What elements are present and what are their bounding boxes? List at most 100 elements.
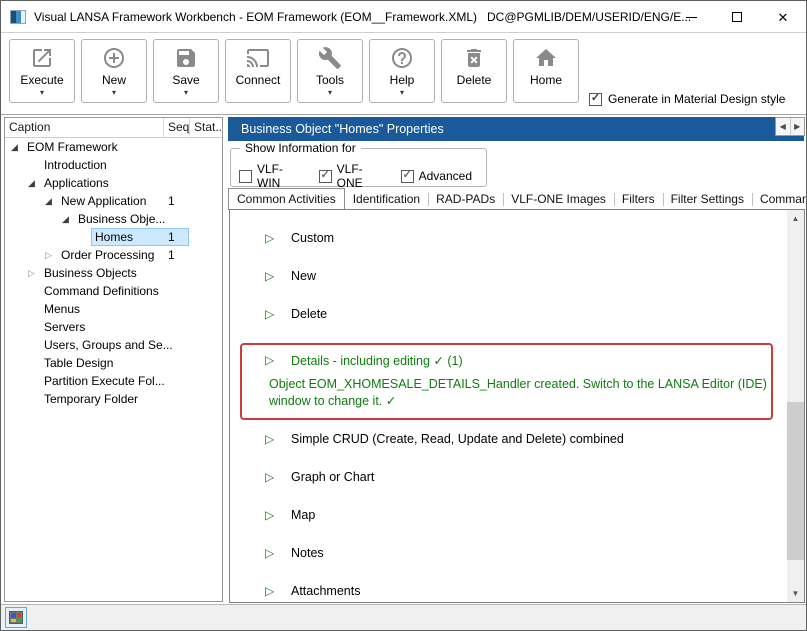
tree-column-caption[interactable]: Caption bbox=[5, 118, 164, 138]
tree-item-eom-framework[interactable]: ◢EOM Framework bbox=[5, 138, 222, 156]
tree-item-temporary-folder[interactable]: Temporary Folder bbox=[5, 390, 222, 408]
toolbar-button-help[interactable]: Help▾ bbox=[369, 39, 435, 103]
activity-graph-or-chart[interactable]: ▷ Graph or Chart bbox=[230, 458, 804, 496]
tree-expanded-icon[interactable]: ◢ bbox=[62, 214, 76, 225]
activity-attachments[interactable]: ▷ Attachments bbox=[230, 572, 804, 603]
tree-item-label: Servers bbox=[42, 320, 87, 334]
checkbox-label: VLF-ONE bbox=[337, 162, 380, 190]
expand-triangle-icon[interactable]: ▷ bbox=[265, 509, 279, 521]
window-controls: ✕ bbox=[668, 1, 806, 33]
tree-expanded-icon[interactable]: ◢ bbox=[11, 142, 25, 153]
app-icon bbox=[10, 10, 26, 24]
window-title: Visual LANSA Framework Workbench - EOM F… bbox=[34, 10, 691, 24]
tree-item-partition-execute-fol[interactable]: Partition Execute Fol... bbox=[5, 372, 222, 390]
checkbox-advanced[interactable]: Advanced bbox=[401, 169, 472, 183]
connect-icon bbox=[246, 45, 270, 71]
status-window-button[interactable] bbox=[5, 607, 27, 628]
activity-new[interactable]: ▷New bbox=[230, 257, 804, 295]
tree-item-seq: 1 bbox=[168, 230, 188, 244]
activity-simple-crud-create-read-update-and-delete-combined[interactable]: ▷ Simple CRUD (Create, Read, Update and D… bbox=[230, 420, 804, 458]
tab-rad-pads[interactable]: RAD-PADs bbox=[428, 189, 503, 210]
activity-notes[interactable]: ▷ Notes bbox=[230, 534, 804, 572]
activity-label: Notes bbox=[291, 546, 324, 560]
toolbar-button-delete[interactable]: Delete bbox=[441, 39, 507, 103]
activity-label: Graph or Chart bbox=[291, 470, 374, 484]
toolbar-button-label: Delete bbox=[457, 73, 492, 87]
checkbox-vlf-win[interactable]: VLF-WIN bbox=[239, 162, 298, 190]
scroll-down-button[interactable]: ▼ bbox=[787, 585, 804, 602]
expand-triangle-icon[interactable]: ▷ bbox=[265, 270, 279, 282]
checkbox-box[interactable] bbox=[401, 170, 414, 183]
checkbox-vlf-one[interactable]: VLF-ONE bbox=[319, 162, 380, 190]
activity-label: Simple CRUD (Create, Read, Update and De… bbox=[291, 432, 624, 446]
tree-column-seq[interactable]: Seq bbox=[164, 118, 190, 138]
tree-expanded-icon[interactable]: ◢ bbox=[28, 178, 42, 189]
tree-item-business-obje[interactable]: ◢Business Obje... bbox=[5, 210, 222, 228]
toolbar-button-tools[interactable]: Tools▾ bbox=[297, 39, 363, 103]
common-activities-content: ▷Custom▷New▷Delete ▷Details - including e… bbox=[229, 209, 805, 603]
maximize-button[interactable] bbox=[714, 1, 760, 33]
activity-label: Map bbox=[291, 508, 315, 522]
tab-filters[interactable]: Filters bbox=[614, 189, 663, 210]
tree-collapsed-icon[interactable]: ▷ bbox=[28, 268, 42, 279]
toolbar-button-connect[interactable]: Connect bbox=[225, 39, 291, 103]
expand-triangle-icon[interactable]: ▷ bbox=[265, 308, 279, 320]
tab-filter-settings[interactable]: Filter Settings bbox=[663, 189, 752, 210]
toolbar-button-new[interactable]: New▾ bbox=[81, 39, 147, 103]
toolbar-button-execute[interactable]: Execute▾ bbox=[9, 39, 75, 103]
toolbar-button-save[interactable]: Save▾ bbox=[153, 39, 219, 103]
tree-item-label: Table Design bbox=[42, 356, 115, 370]
tab-vlf-one-images[interactable]: VLF-ONE Images bbox=[503, 189, 614, 210]
tree-item-label: Partition Execute Fol... bbox=[42, 374, 167, 388]
tab-commands-allowed[interactable]: Commands Allowed bbox=[752, 189, 806, 210]
tree-item-applications[interactable]: ◢Applications bbox=[5, 174, 222, 192]
expand-triangle-icon[interactable]: ▷ bbox=[265, 232, 279, 244]
tree-item-new-application[interactable]: ◢New Application1 bbox=[5, 192, 222, 210]
tree-item-label: New Application bbox=[59, 194, 148, 208]
expand-triangle-icon[interactable]: ▷ bbox=[265, 471, 279, 483]
tab-identification[interactable]: Identification bbox=[345, 189, 428, 210]
activity-label: Attachments bbox=[291, 584, 360, 598]
tree-item-servers[interactable]: Servers bbox=[5, 318, 222, 336]
activity-details-including-editing[interactable]: ▷Details - including editing ✓ (1) bbox=[242, 347, 771, 373]
tree-collapsed-icon[interactable]: ▷ bbox=[45, 250, 59, 261]
activity-delete[interactable]: ▷Delete bbox=[230, 295, 804, 333]
vertical-scrollbar[interactable]: ▲ ▼ bbox=[787, 210, 804, 602]
tree-item-users-groups-and-se[interactable]: Users, Groups and Se... bbox=[5, 336, 222, 354]
expand-triangle-icon[interactable]: ▷ bbox=[265, 585, 279, 597]
scroll-up-button[interactable]: ▲ bbox=[787, 210, 804, 227]
activity-custom[interactable]: ▷Custom bbox=[230, 219, 804, 257]
tab-common-activities[interactable]: Common Activities bbox=[228, 188, 345, 210]
tree-item-introduction[interactable]: Introduction bbox=[5, 156, 222, 174]
tree-item-command-definitions[interactable]: Command Definitions bbox=[5, 282, 222, 300]
app-window: Visual LANSA Framework Workbench - EOM F… bbox=[0, 0, 807, 631]
material-design-checkbox[interactable]: Generate in Material Design style bbox=[589, 92, 785, 106]
expand-triangle-icon[interactable]: ▷ bbox=[265, 433, 279, 445]
tree-item-business-objects[interactable]: ▷Business Objects bbox=[5, 264, 222, 282]
tree-item-label: Temporary Folder bbox=[42, 392, 140, 406]
expand-triangle-icon[interactable]: ▷ bbox=[265, 547, 279, 559]
close-button[interactable]: ✕ bbox=[760, 1, 806, 33]
material-design-checkbox-box[interactable] bbox=[589, 93, 602, 106]
toolbar-button-home[interactable]: Home bbox=[513, 39, 579, 103]
scrollbar-thumb[interactable] bbox=[787, 402, 804, 560]
tab-scroll-right-button[interactable]: ▶ bbox=[791, 118, 805, 135]
tree-item-menus[interactable]: Menus bbox=[5, 300, 222, 318]
maximize-icon bbox=[732, 12, 742, 22]
expand-triangle-icon[interactable]: ▷ bbox=[265, 354, 279, 366]
minimize-button[interactable] bbox=[668, 1, 714, 33]
title-bar: Visual LANSA Framework Workbench - EOM F… bbox=[1, 1, 806, 33]
tab-scroll-left-button[interactable]: ◀ bbox=[776, 118, 791, 135]
tree-column-stat[interactable]: Stat.. bbox=[190, 118, 223, 138]
checkbox-box[interactable] bbox=[239, 170, 252, 183]
activity-map[interactable]: ▷ Map bbox=[230, 496, 804, 534]
tree-item-order-processing[interactable]: ▷Order Processing1 bbox=[5, 246, 222, 264]
checkbox-box[interactable] bbox=[319, 170, 332, 183]
chevron-left-icon: ◀ bbox=[780, 122, 786, 131]
tree-item-seq: 1 bbox=[168, 248, 188, 262]
toolbar-button-label: New bbox=[102, 73, 126, 87]
chevron-right-icon: ▶ bbox=[794, 122, 800, 131]
tree-expanded-icon[interactable]: ◢ bbox=[45, 196, 59, 207]
tree-item-homes[interactable]: Homes1 bbox=[5, 228, 222, 246]
tree-item-table-design[interactable]: Table Design bbox=[5, 354, 222, 372]
